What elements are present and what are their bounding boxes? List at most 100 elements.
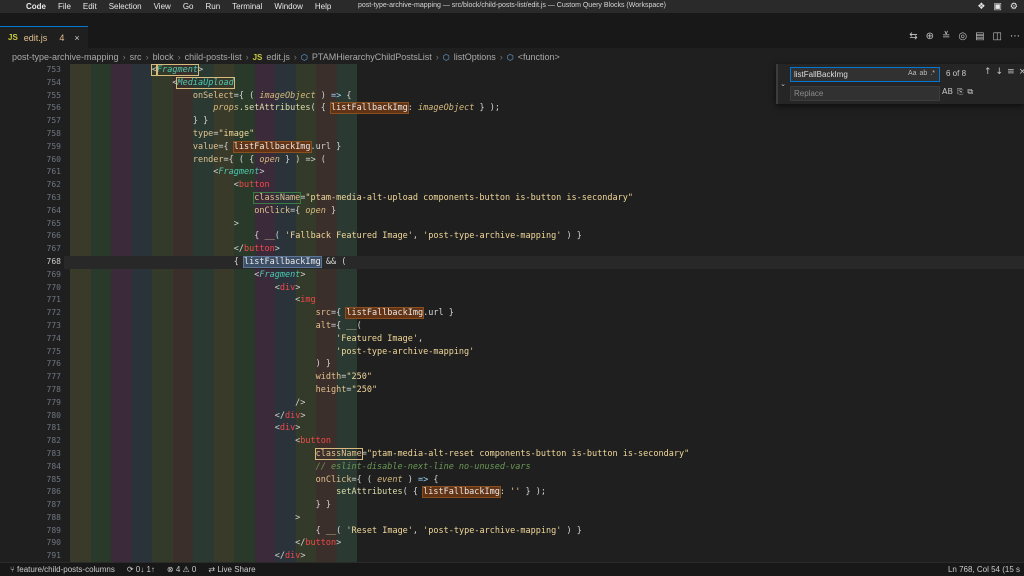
- split-editor-icon[interactable]: ◫: [993, 31, 1002, 42]
- code-line[interactable]: setAttributes( { listFallbackImg: '' } )…: [70, 486, 689, 499]
- menu-help[interactable]: Help: [309, 2, 337, 11]
- code-line[interactable]: <Fragment>: [70, 64, 689, 77]
- code-line[interactable]: } }: [70, 115, 689, 128]
- line-number: 761: [46, 167, 61, 177]
- code-line[interactable]: props.setAttributes( { listFallbackImg: …: [70, 102, 689, 115]
- problems-status[interactable]: ⊗ 4 ⚠ 0: [167, 565, 196, 574]
- code-line[interactable]: <Fragment>: [70, 269, 689, 282]
- match-whole-word-icon[interactable]: ab: [920, 70, 928, 77]
- dropbox-icon[interactable]: ❖: [977, 1, 985, 12]
- breadcrumb-child-posts-list[interactable]: child-posts-list: [185, 52, 242, 62]
- replace-all-icon[interactable]: ⧉: [967, 87, 973, 97]
- menu-code[interactable]: Code: [20, 2, 52, 11]
- code-line[interactable]: { __( 'Fallback Featured Image', 'post-t…: [70, 230, 689, 243]
- code-line[interactable]: ) }: [70, 358, 689, 371]
- code-line[interactable]: <button: [70, 435, 689, 448]
- arrow-up-icon[interactable]: ↑: [984, 67, 992, 77]
- code-line[interactable]: type="image": [70, 128, 689, 141]
- sync-status[interactable]: ⟳ 0↓ 1↑: [127, 565, 155, 574]
- code-line[interactable]: render={ ( { open } ) => (: [70, 154, 689, 167]
- code-line[interactable]: 'post-type-archive-mapping': [70, 346, 689, 359]
- line-number: 760: [46, 154, 61, 164]
- code-line[interactable]: <div>: [70, 422, 689, 435]
- tab-edit-js[interactable]: JS edit.js 4 ×: [0, 26, 88, 48]
- code-lines[interactable]: <Fragment> <MediaUpload onSelect={ ( ima…: [70, 64, 689, 562]
- breadcrumb-src[interactable]: src: [130, 52, 142, 62]
- breadcrumb-method[interactable]: listOptions: [454, 52, 496, 62]
- code-line[interactable]: 'Featured Image',: [70, 333, 689, 346]
- git-branch[interactable]: ⑂ feature/child-posts-columns: [10, 565, 115, 574]
- menu-file[interactable]: File: [52, 2, 77, 11]
- code-line[interactable]: height="250": [70, 384, 689, 397]
- code-line[interactable]: alt={ __(: [70, 320, 689, 333]
- menubar-status-icons: ❖ ▣ ⚙: [977, 1, 1018, 12]
- menu-run[interactable]: Run: [199, 2, 226, 11]
- replace-input[interactable]: Replace: [790, 86, 940, 101]
- line-number: 785: [46, 474, 61, 484]
- open-changes-icon[interactable]: ◎: [958, 31, 967, 42]
- line-number: 768: [46, 256, 61, 266]
- close-icon[interactable]: ×: [1019, 67, 1024, 77]
- status-bar: ⑂ feature/child-posts-columns ⟳ 0↓ 1↑ ⊗ …: [0, 562, 1024, 576]
- match-case-icon[interactable]: Aa: [908, 70, 917, 77]
- code-line[interactable]: </div>: [70, 410, 689, 423]
- symbol-method-icon: ⬡: [442, 52, 450, 62]
- breadcrumb-root[interactable]: post-type-archive-mapping: [12, 52, 119, 62]
- code-line[interactable]: />: [70, 397, 689, 410]
- line-number: 756: [46, 103, 61, 113]
- add-circle-icon[interactable]: ⊕: [926, 31, 934, 42]
- code-line[interactable]: } }: [70, 499, 689, 512]
- find-input[interactable]: listFallBackImg Aa ab .*: [790, 67, 940, 82]
- menu-terminal[interactable]: Terminal: [226, 2, 268, 11]
- line-number: 772: [46, 308, 61, 318]
- code-line[interactable]: >: [70, 512, 689, 525]
- code-editor[interactable]: 753 754 755 756 757 758 759 760 761 762 763 764 765 7…: [0, 64, 1024, 562]
- breadcrumb-function[interactable]: <function>: [518, 52, 560, 62]
- cursor-position[interactable]: Ln 768, Col 54 (15 s: [948, 565, 1020, 574]
- menu-edit[interactable]: Edit: [77, 2, 103, 11]
- code-line[interactable]: { __( 'Reset Image', 'post-type-archive-…: [70, 525, 689, 538]
- fold-icon[interactable]: ≚: [942, 31, 950, 42]
- close-icon[interactable]: ×: [74, 33, 79, 43]
- git-compare-icon[interactable]: ⇆: [909, 31, 917, 42]
- code-line[interactable]: </button>: [70, 537, 689, 550]
- chevron-down-icon[interactable]: ⌄: [778, 64, 788, 104]
- code-line[interactable]: <img: [70, 294, 689, 307]
- code-line[interactable]: <div>: [70, 282, 689, 295]
- code-line[interactable]: { listFallbackImg && (: [70, 255, 689, 269]
- preserve-case-icon[interactable]: AB: [942, 87, 953, 97]
- javascript-file-icon: JS: [8, 33, 18, 42]
- line-number: 778: [46, 384, 61, 394]
- code-line[interactable]: src={ listFallbackImg.url }: [70, 307, 689, 320]
- code-line[interactable]: >: [70, 218, 689, 231]
- code-line[interactable]: </div>: [70, 550, 689, 562]
- more-actions-icon[interactable]: ⋯: [1010, 31, 1020, 42]
- replace-icon[interactable]: ⎘: [957, 87, 963, 97]
- code-line[interactable]: onSelect={ ( imageObject ) => {: [70, 90, 689, 103]
- menu-go[interactable]: Go: [177, 2, 200, 11]
- code-line[interactable]: // eslint-disable-next-line no-unused-va…: [70, 461, 689, 474]
- find-in-selection-icon[interactable]: ≡: [1007, 67, 1015, 77]
- preview-icon[interactable]: ▤: [975, 31, 984, 42]
- menu-window[interactable]: Window: [268, 2, 308, 11]
- regex-icon[interactable]: .*: [930, 70, 935, 77]
- code-line[interactable]: width="250": [70, 371, 689, 384]
- code-line[interactable]: <MediaUpload: [70, 76, 689, 90]
- menu-selection[interactable]: Selection: [103, 2, 148, 11]
- code-line[interactable]: onClick={ ( event ) => {: [70, 474, 689, 487]
- live-share-button[interactable]: ⇄ Live Share: [208, 565, 255, 574]
- settings-icon[interactable]: ⚙: [1010, 1, 1018, 12]
- code-line[interactable]: <button: [70, 179, 689, 192]
- breadcrumb-file[interactable]: edit.js: [266, 52, 290, 62]
- arrow-down-icon[interactable]: ↓: [996, 67, 1004, 77]
- lock-icon[interactable]: ▣: [993, 1, 1002, 12]
- breadcrumb-block[interactable]: block: [153, 52, 174, 62]
- menu-view[interactable]: View: [148, 2, 177, 11]
- breadcrumb-class[interactable]: PTAMHierarchyChildPostsList: [312, 52, 432, 62]
- code-line[interactable]: onClick={ open }: [70, 205, 689, 218]
- code-line[interactable]: className="ptam-media-alt-upload compone…: [70, 191, 689, 205]
- code-line[interactable]: <Fragment>: [70, 166, 689, 179]
- code-line[interactable]: className="ptam-media-alt-reset componen…: [70, 447, 689, 461]
- code-line[interactable]: </button>: [70, 243, 689, 256]
- code-line[interactable]: value={ listFallbackImg.url }: [70, 140, 689, 154]
